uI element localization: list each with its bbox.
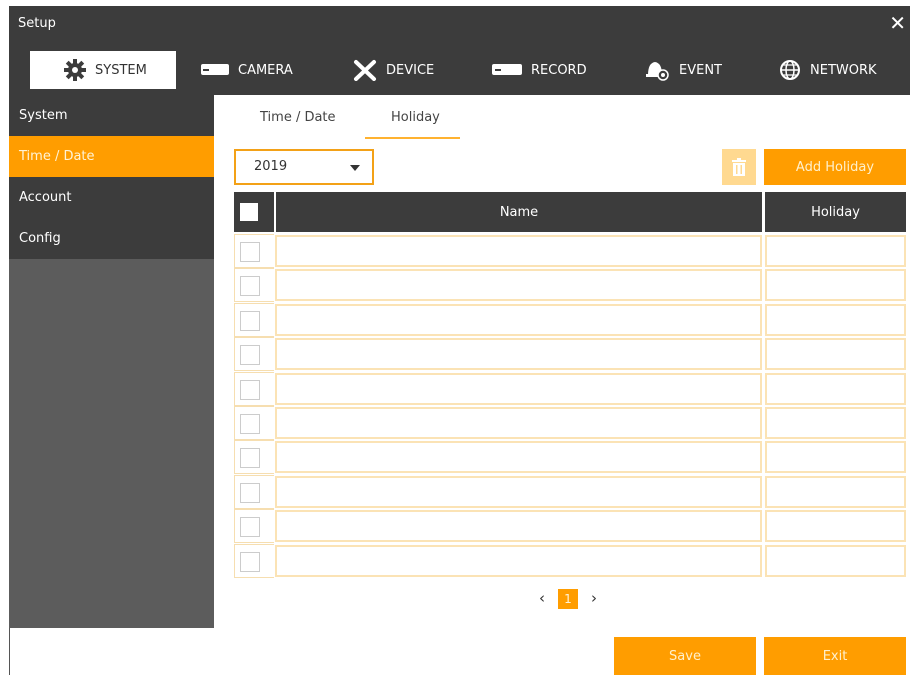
delete-button[interactable] — [722, 149, 756, 185]
row-name-cell[interactable] — [275, 338, 762, 371]
recorder-icon — [492, 64, 522, 75]
save-button[interactable]: Save — [614, 637, 756, 675]
page-number-current[interactable]: 1 — [558, 589, 578, 609]
column-header-holiday[interactable]: Holiday — [765, 192, 906, 232]
tab-device-label: DEVICE — [386, 62, 435, 78]
row-holiday-cell[interactable] — [765, 303, 906, 336]
row-checkbox[interactable] — [240, 310, 260, 331]
bell-icon — [646, 62, 669, 81]
select-all-checkbox[interactable] — [238, 201, 260, 223]
table-row[interactable] — [234, 268, 906, 303]
column-header-name[interactable]: Name — [276, 192, 762, 232]
row-holiday-cell[interactable] — [765, 441, 906, 474]
tab-camera-label: CAMERA — [238, 62, 293, 78]
tools-icon — [354, 60, 376, 81]
tab-device[interactable]: DEVICE — [353, 51, 434, 89]
gear-icon — [64, 59, 86, 81]
row-name-cell[interactable] — [275, 372, 762, 405]
row-holiday-cell[interactable] — [765, 372, 906, 405]
row-checkbox-cell — [234, 474, 274, 509]
camera-icon — [201, 64, 229, 75]
table-row[interactable] — [234, 234, 906, 268]
exit-button[interactable]: Exit — [764, 637, 906, 675]
row-name-cell[interactable] — [275, 510, 762, 543]
row-holiday-cell[interactable] — [765, 269, 906, 302]
row-name-cell[interactable] — [275, 235, 762, 267]
tab-system[interactable]: SYSTEM — [30, 51, 176, 89]
subtab-active-indicator — [365, 137, 460, 139]
row-checkbox-cell — [234, 406, 274, 440]
table-row[interactable] — [234, 440, 906, 475]
trash-icon — [732, 158, 746, 176]
sidebar-item-system[interactable]: System — [9, 95, 214, 136]
window-title: Setup — [18, 16, 56, 31]
chevron-down-icon — [350, 165, 360, 171]
row-checkbox[interactable] — [240, 482, 260, 503]
main-tab-bar: SYSTEM CAMERA DEVICE RECORD EVENT NETWOR… — [9, 43, 910, 95]
subtab-time-date[interactable]: Time / Date — [260, 110, 336, 125]
row-checkbox[interactable] — [240, 517, 260, 538]
globe-icon — [780, 60, 800, 80]
tab-record[interactable]: RECORD — [492, 51, 587, 89]
row-name-cell[interactable] — [275, 303, 762, 336]
row-checkbox-cell — [234, 440, 274, 475]
row-name-cell[interactable] — [275, 475, 762, 508]
row-name-cell[interactable] — [275, 441, 762, 474]
sidebar-item-time-date[interactable]: Time / Date — [9, 136, 214, 177]
table-row[interactable] — [234, 543, 906, 578]
row-holiday-cell[interactable] — [765, 510, 906, 543]
sidebar-item-config[interactable]: Config — [9, 218, 214, 259]
tab-event-label: EVENT — [679, 62, 722, 78]
table-row[interactable] — [234, 509, 906, 544]
row-name-cell[interactable] — [275, 544, 762, 577]
row-holiday-cell[interactable] — [765, 475, 906, 508]
subtab-holiday[interactable]: Holiday — [391, 110, 440, 125]
tab-event[interactable]: EVENT — [644, 51, 722, 89]
row-checkbox[interactable] — [240, 276, 260, 297]
tab-network[interactable]: NETWORK — [779, 51, 877, 89]
row-checkbox-cell — [234, 371, 274, 406]
tab-network-label: NETWORK — [810, 62, 877, 78]
table-row[interactable] — [234, 406, 906, 440]
row-checkbox-cell — [234, 509, 274, 544]
tab-system-label: SYSTEM — [95, 62, 147, 78]
row-checkbox-cell — [234, 337, 274, 372]
next-page-button[interactable]: › — [591, 589, 597, 607]
row-checkbox-cell — [234, 543, 274, 578]
window-frame-edge — [9, 628, 10, 675]
sidebar-menu: System Time / Date Account Config — [9, 95, 214, 259]
table-row[interactable] — [234, 337, 906, 372]
row-checkbox[interactable] — [240, 448, 260, 469]
row-checkbox-cell — [234, 268, 274, 303]
prev-page-button[interactable]: ‹ — [539, 589, 545, 607]
row-holiday-cell[interactable] — [765, 407, 906, 439]
year-select[interactable]: 2019 — [234, 149, 374, 185]
row-checkbox-cell — [234, 302, 274, 337]
row-checkbox[interactable] — [240, 551, 260, 572]
table-row[interactable] — [234, 302, 906, 337]
sidebar: System Time / Date Account Config — [9, 95, 214, 628]
row-checkbox[interactable] — [240, 345, 260, 366]
table-row[interactable] — [234, 474, 906, 509]
add-holiday-button[interactable]: Add Holiday — [764, 149, 906, 185]
tab-record-label: RECORD — [531, 62, 587, 78]
row-checkbox[interactable] — [240, 414, 260, 434]
year-select-value: 2019 — [254, 159, 288, 174]
row-checkbox-cell — [234, 234, 274, 268]
row-checkbox[interactable] — [240, 242, 260, 262]
close-icon[interactable]: ✕ — [889, 12, 906, 34]
row-name-cell[interactable] — [275, 407, 762, 439]
row-holiday-cell[interactable] — [765, 235, 906, 267]
title-bar: Setup ✕ — [9, 6, 910, 43]
row-holiday-cell[interactable] — [765, 338, 906, 371]
tab-camera[interactable]: CAMERA — [201, 51, 293, 89]
row-checkbox[interactable] — [240, 379, 260, 400]
sidebar-item-account[interactable]: Account — [9, 177, 214, 218]
row-name-cell[interactable] — [275, 269, 762, 302]
table-row[interactable] — [234, 371, 906, 406]
row-holiday-cell[interactable] — [765, 544, 906, 577]
